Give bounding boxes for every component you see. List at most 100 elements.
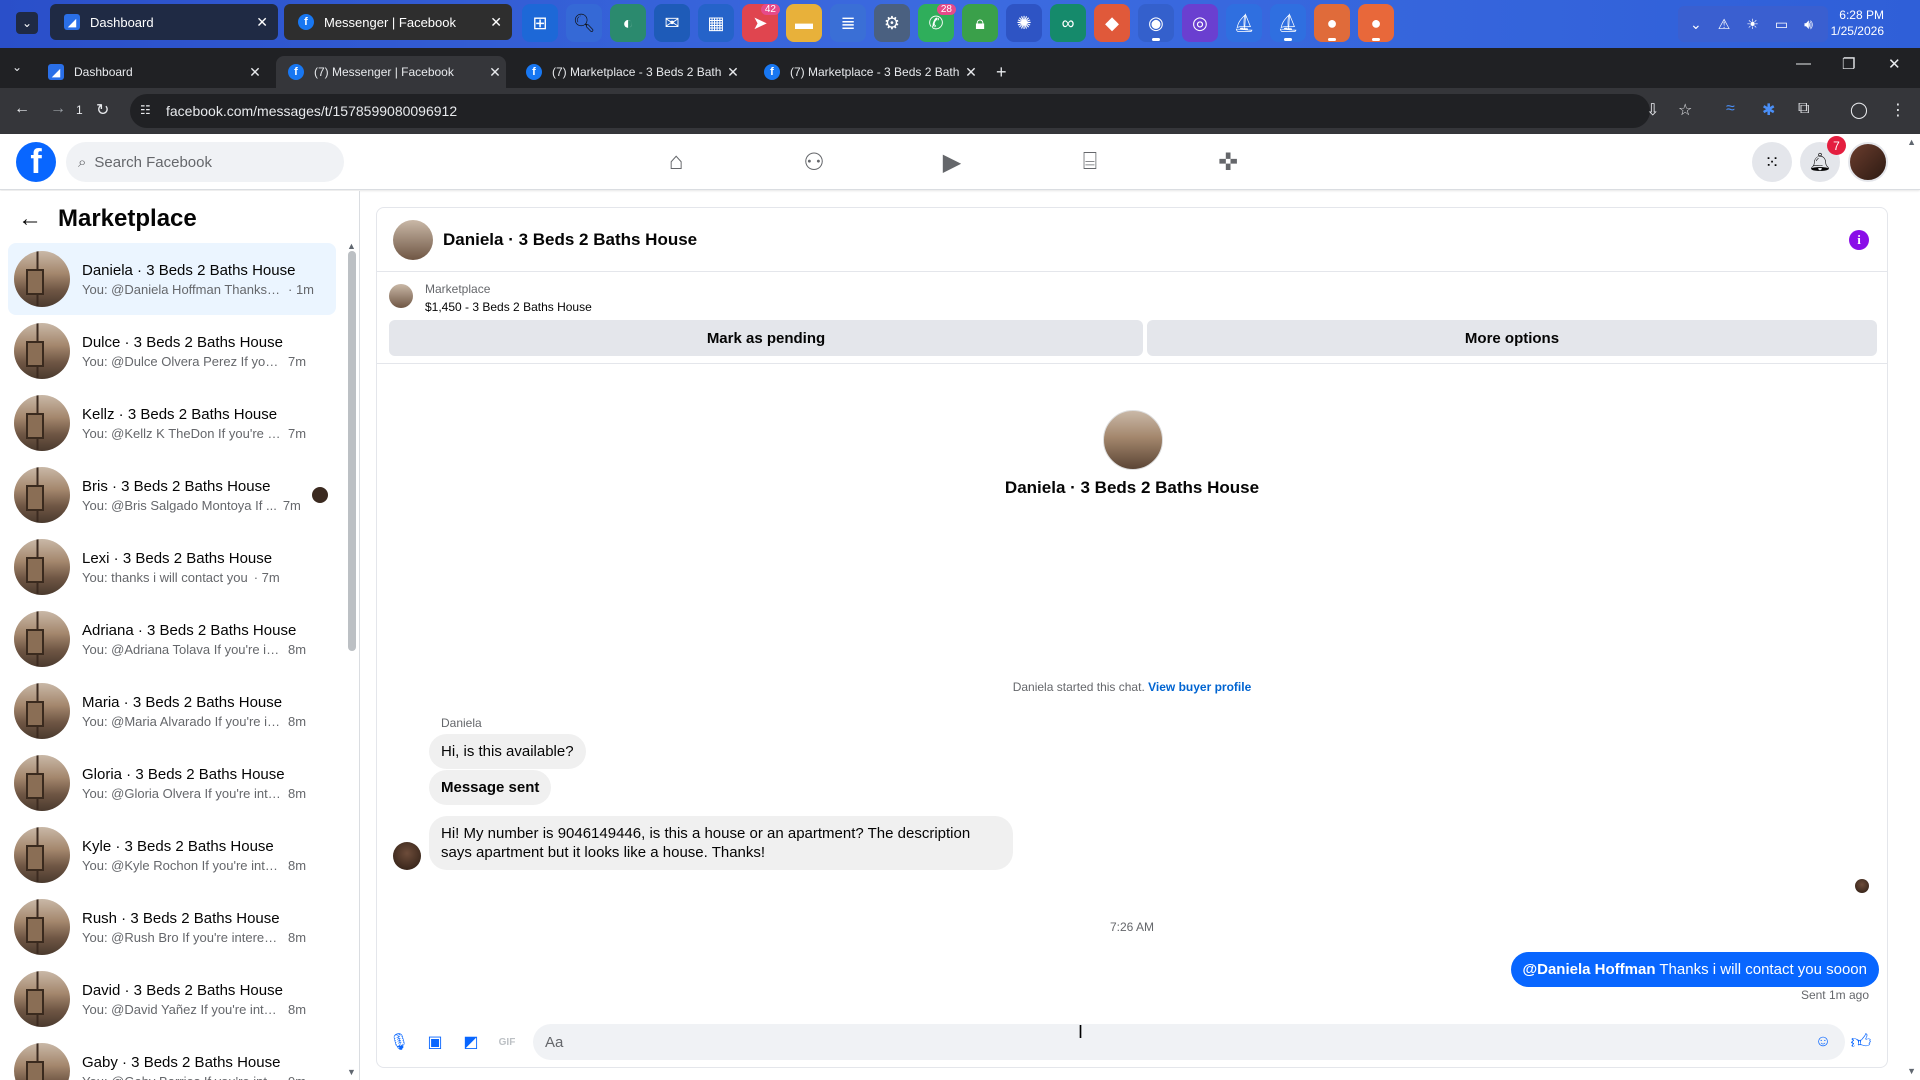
warning-icon[interactable]: ⚠ [1718,16,1731,33]
tool-icon[interactable]: ⚙ [874,4,910,42]
menu-grid-icon[interactable]: ⁙ [1752,142,1792,182]
close-icon[interactable]: ✕ [244,64,266,81]
brightness-icon[interactable]: ☀ [1746,16,1759,33]
telegram-icon[interactable]: ➤ 42 [742,4,780,42]
extension-icon[interactable]: ≈ [1726,100,1735,118]
browser-tab-dashboard[interactable]: ◢ Dashboard ✕ [36,56,266,88]
conversation-item[interactable]: Dulce · 3 Beds 2 Baths House You: @Dulce … [8,315,336,387]
sticker-icon[interactable]: ◩ [461,1032,481,1052]
close-icon[interactable]: ✕ [722,64,744,81]
forward-icon[interactable]: → [50,100,66,118]
friends-icon[interactable]: ⚇ [758,142,870,182]
new-tab-button[interactable]: + [996,62,1007,83]
edge-icon[interactable]: ◐ [610,4,646,42]
chat-title[interactable]: Daniela · 3 Beds 2 Baths House [443,230,697,250]
mention[interactable]: @Daniela Hoffman [1523,961,1656,978]
scroll-up-arrow-icon[interactable]: ▲ [347,241,356,251]
profile-avatar[interactable] [1848,142,1888,182]
gif-icon[interactable]: GIF [497,1032,517,1052]
profile-icon[interactable]: ◯ [1850,100,1868,120]
sail-icon-2[interactable]: ⛵︎ [1270,4,1306,42]
message-bubble[interactable]: Hi, is this available? [429,734,586,769]
file-explorer-icon[interactable]: ▬ [786,4,822,42]
conversation-item[interactable]: Rush · 3 Beds 2 Baths House You: @Rush Br… [8,891,336,963]
sender-avatar[interactable] [393,842,421,870]
conversation-item[interactable]: Maria · 3 Beds 2 Baths House You: @Maria … [8,675,336,747]
sidebar-scrollbar[interactable] [348,251,356,651]
microphone-icon[interactable]: 🎙︎ [389,1032,409,1052]
close-icon[interactable]: ✕ [256,14,268,31]
tor-icon[interactable]: ◎ [1182,4,1218,42]
message-bubble[interactable]: Message sent [429,770,552,805]
video-icon[interactable]: ▶ [896,142,1008,182]
notepad-icon[interactable]: ≣ [830,4,866,42]
mark-as-pending-button[interactable]: Mark as pending [389,320,1143,356]
kebab-menu-icon[interactable]: ⋮ [1890,100,1906,120]
windows-start-icon[interactable]: ⊞ [522,4,558,42]
brave-icon[interactable]: ◆ [1094,4,1130,42]
close-icon[interactable]: ✕ [484,64,506,81]
os-window-messenger[interactable]: f Messenger | Facebook ✕ [284,4,512,40]
facebook-logo-icon[interactable]: f [16,142,56,182]
photo-icon[interactable]: ▣ [425,1032,445,1052]
address-bar[interactable]: ☷ facebook.com/messages/t/15785990800969… [130,94,1650,128]
install-app-icon[interactable]: ⇩ [1646,100,1659,120]
search-icon[interactable]: 🔍︎ [566,4,602,42]
lock-icon[interactable]: 🔒︎ [962,4,998,42]
reload-icon[interactable]: ↻ [96,100,109,120]
outlook-icon[interactable]: ✉ [654,4,690,42]
listing-thumbnail[interactable] [389,284,413,308]
bookmark-star-icon[interactable]: ☆ [1678,100,1692,120]
listing-price[interactable]: $1,450 - 3 Beds 2 Baths House [425,300,592,314]
info-icon[interactable]: i [1849,230,1869,250]
puzzle-extension-icon[interactable]: ✱ [1762,100,1775,120]
extensions-icon[interactable]: ⧉ [1798,100,1809,118]
app-icon-orange[interactable]: ● [1314,4,1350,42]
site-info-icon[interactable]: ☷ [140,103,156,119]
more-options-button[interactable]: More options [1147,320,1877,356]
close-icon[interactable]: ✕ [960,64,982,81]
search-box[interactable]: ⌕ Search Facebook [66,142,344,182]
conversation-item[interactable]: Kyle · 3 Beds 2 Baths House You: @Kyle Ro… [8,819,336,891]
home-icon[interactable]: ⌂ [620,142,732,182]
os-window-dashboard[interactable]: ◢ Dashboard ✕ [50,4,278,40]
conversation-item[interactable]: David · 3 Beds 2 Baths House You: @David … [8,963,336,1035]
sail-icon[interactable]: ⛵︎ [1226,4,1262,42]
conversation-item[interactable]: Adriana · 3 Beds 2 Baths House You: @Adri… [8,603,336,675]
whatsapp-icon[interactable]: ✆ 28 [918,4,956,42]
page-scroll-up-icon[interactable]: ▲ [1907,137,1916,147]
close-icon[interactable]: ✕ [490,14,502,31]
tab-search-icon[interactable]: ⌄ [12,60,22,74]
page-scroll-down-icon[interactable]: ▼ [1907,1066,1916,1076]
browser-tab-marketplace-2[interactable]: f (7) Marketplace - 3 Beds 2 Bath ✕ [752,56,982,88]
my-message-bubble[interactable]: @Daniela Hoffman Thanks i will contact y… [1510,952,1879,987]
volume-icon[interactable]: 🔊︎ [1804,16,1813,33]
app-icon-orange-2[interactable]: ● [1358,4,1394,42]
display-icon[interactable]: ▭ [1775,16,1788,33]
conversation-item[interactable]: Bris · 3 Beds 2 Baths House You: @Bris Sa… [8,459,336,531]
conversation-item[interactable]: Gaby · 3 Beds 2 Baths House You: @Gaby Ba… [8,1035,336,1080]
conversation-item[interactable]: Daniela · 3 Beds 2 Baths House You: @Dani… [8,243,336,315]
clock[interactable]: 6:28 PM 1/25/2026 [1831,7,1884,39]
notifications-bell-icon[interactable]: 🔔︎ 7 [1800,136,1846,182]
emoji-icon[interactable]: ☺ [1813,1032,1833,1052]
conversation-avatar[interactable] [393,219,433,260]
chevron-down-icon[interactable]: ⌄ [1690,16,1702,33]
conversation-item[interactable]: Lexi · 3 Beds 2 Baths House You: thanks i… [8,531,336,603]
message-input[interactable] [533,1024,1845,1060]
gaming-icon[interactable]: ✜ [1172,142,1284,182]
back-arrow-icon[interactable]: ← [18,205,42,233]
store-icon[interactable]: ▦ [698,4,734,42]
message-bubble[interactable]: Hi! My number is 9046149446, is this a h… [429,816,1013,870]
back-icon[interactable]: ← [14,100,30,118]
color-wheel-icon[interactable]: ✺ [1006,4,1042,42]
infinity-icon[interactable]: ∞ [1050,4,1086,42]
minimize-icon[interactable]: — [1796,55,1811,72]
close-window-icon[interactable]: ✕ [1888,55,1901,73]
thumbs-up-icon[interactable]: 👍︎ [1851,1031,1872,1053]
restore-icon[interactable]: ❐ [1842,55,1855,73]
marketplace-icon[interactable]: ⌸ [1034,142,1146,182]
conversation-item[interactable]: Kellz · 3 Beds 2 Baths House You: @Kellz … [8,387,336,459]
browser-tab-messenger[interactable]: f (7) Messenger | Facebook ✕ [276,56,506,88]
conversation-item[interactable]: Gloria · 3 Beds 2 Baths House You: @Glori… [8,747,336,819]
